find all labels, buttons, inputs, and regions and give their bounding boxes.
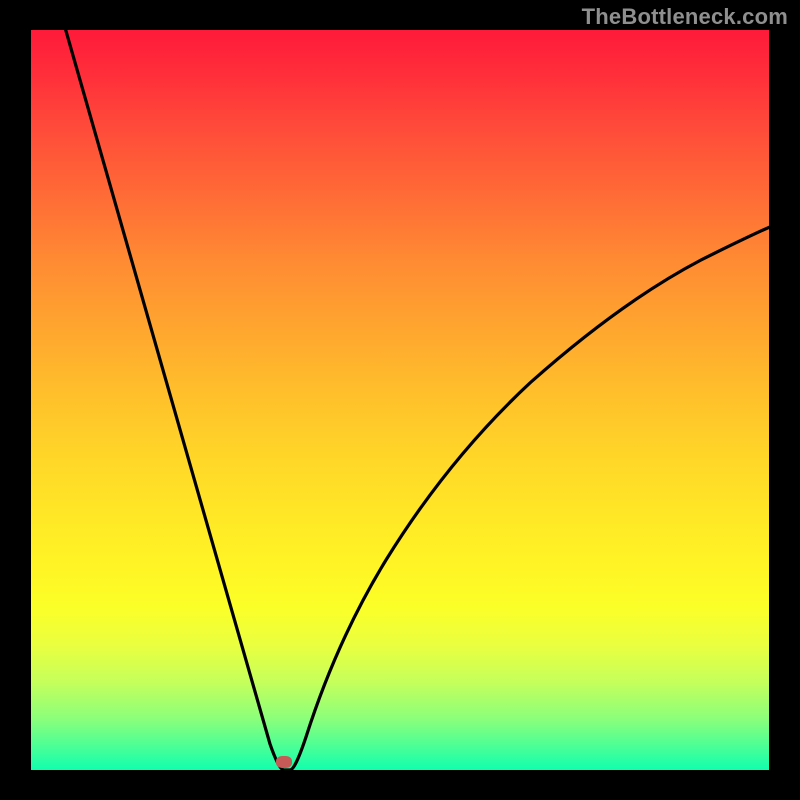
plot-area xyxy=(31,30,769,770)
optimal-point-marker xyxy=(276,756,292,768)
bottleneck-curve xyxy=(31,30,769,770)
watermark-text: TheBottleneck.com xyxy=(582,4,788,30)
chart-frame: TheBottleneck.com xyxy=(0,0,800,800)
